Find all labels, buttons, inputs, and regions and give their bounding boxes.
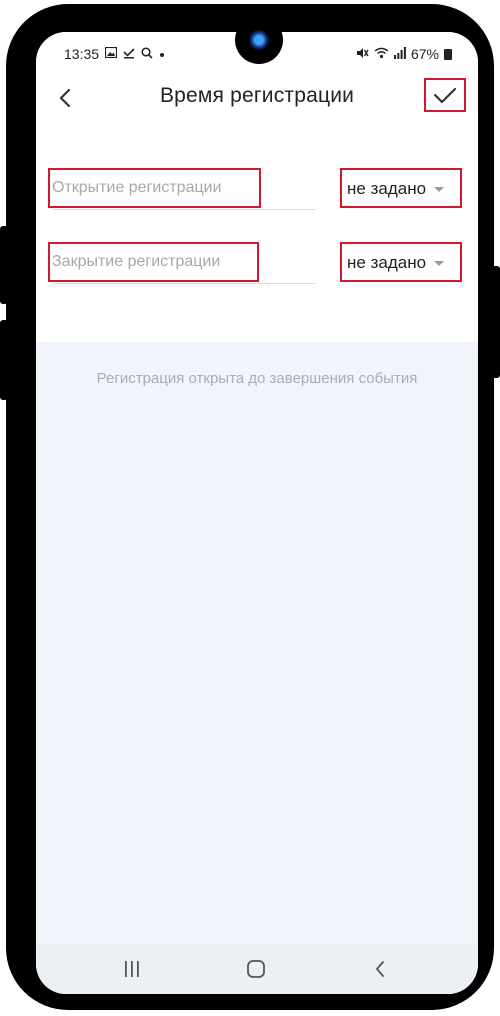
registration-info-text: Регистрация открыта до завершения событи… — [96, 370, 418, 387]
camera-lens — [249, 30, 269, 50]
dropdown-caret-icon — [434, 260, 445, 266]
nav-back-button[interactable] — [369, 959, 393, 979]
gallery-icon — [104, 46, 118, 61]
signal-icon — [393, 46, 406, 62]
status-right: 67% — [356, 46, 452, 62]
home-button[interactable] — [244, 959, 268, 979]
recent-apps-icon — [125, 961, 139, 977]
battery-percent: 67% — [410, 46, 439, 62]
phone-frame: 13:35 67% Время регистрации Открытие рег… — [0, 4, 500, 1010]
power-button-left — [0, 320, 8, 400]
mute-icon — [356, 47, 369, 62]
notification-dot-icon — [159, 47, 165, 61]
nav-back-icon — [376, 961, 384, 977]
check-icon — [433, 87, 457, 104]
home-icon — [247, 960, 265, 978]
search-status-icon — [141, 46, 153, 62]
open-registration-value: не задано — [347, 179, 427, 198]
wifi-icon — [374, 47, 389, 62]
recent-apps-button[interactable] — [120, 959, 144, 979]
close-registration-underline — [52, 283, 316, 284]
power-button-right — [492, 266, 500, 378]
page-title: Время регистрации — [159, 84, 355, 107]
open-registration-dropdown[interactable]: не задано — [347, 179, 445, 199]
open-registration-label[interactable]: Открытие регистрации — [52, 179, 222, 197]
close-registration-dropdown[interactable]: не задано — [347, 253, 445, 273]
system-nav-bar — [36, 944, 478, 994]
open-registration-underline — [52, 209, 316, 210]
dropdown-caret-icon — [434, 186, 445, 192]
close-registration-label[interactable]: Закрытие регистрации — [52, 253, 220, 271]
status-time: 13:35 — [64, 46, 100, 62]
status-left: 13:35 — [64, 46, 165, 62]
front-camera — [235, 16, 283, 64]
registration-form: Открытие регистрации не задано Закрытие … — [36, 122, 478, 342]
app-bar: Время регистрации — [36, 76, 478, 122]
download-done-icon — [123, 47, 135, 62]
confirm-button[interactable] — [424, 78, 466, 112]
screen: 13:35 67% Время регистрации Открытие рег… — [36, 32, 478, 994]
volume-button — [0, 226, 8, 304]
battery-icon — [444, 48, 452, 60]
close-registration-value: не задано — [347, 253, 427, 272]
